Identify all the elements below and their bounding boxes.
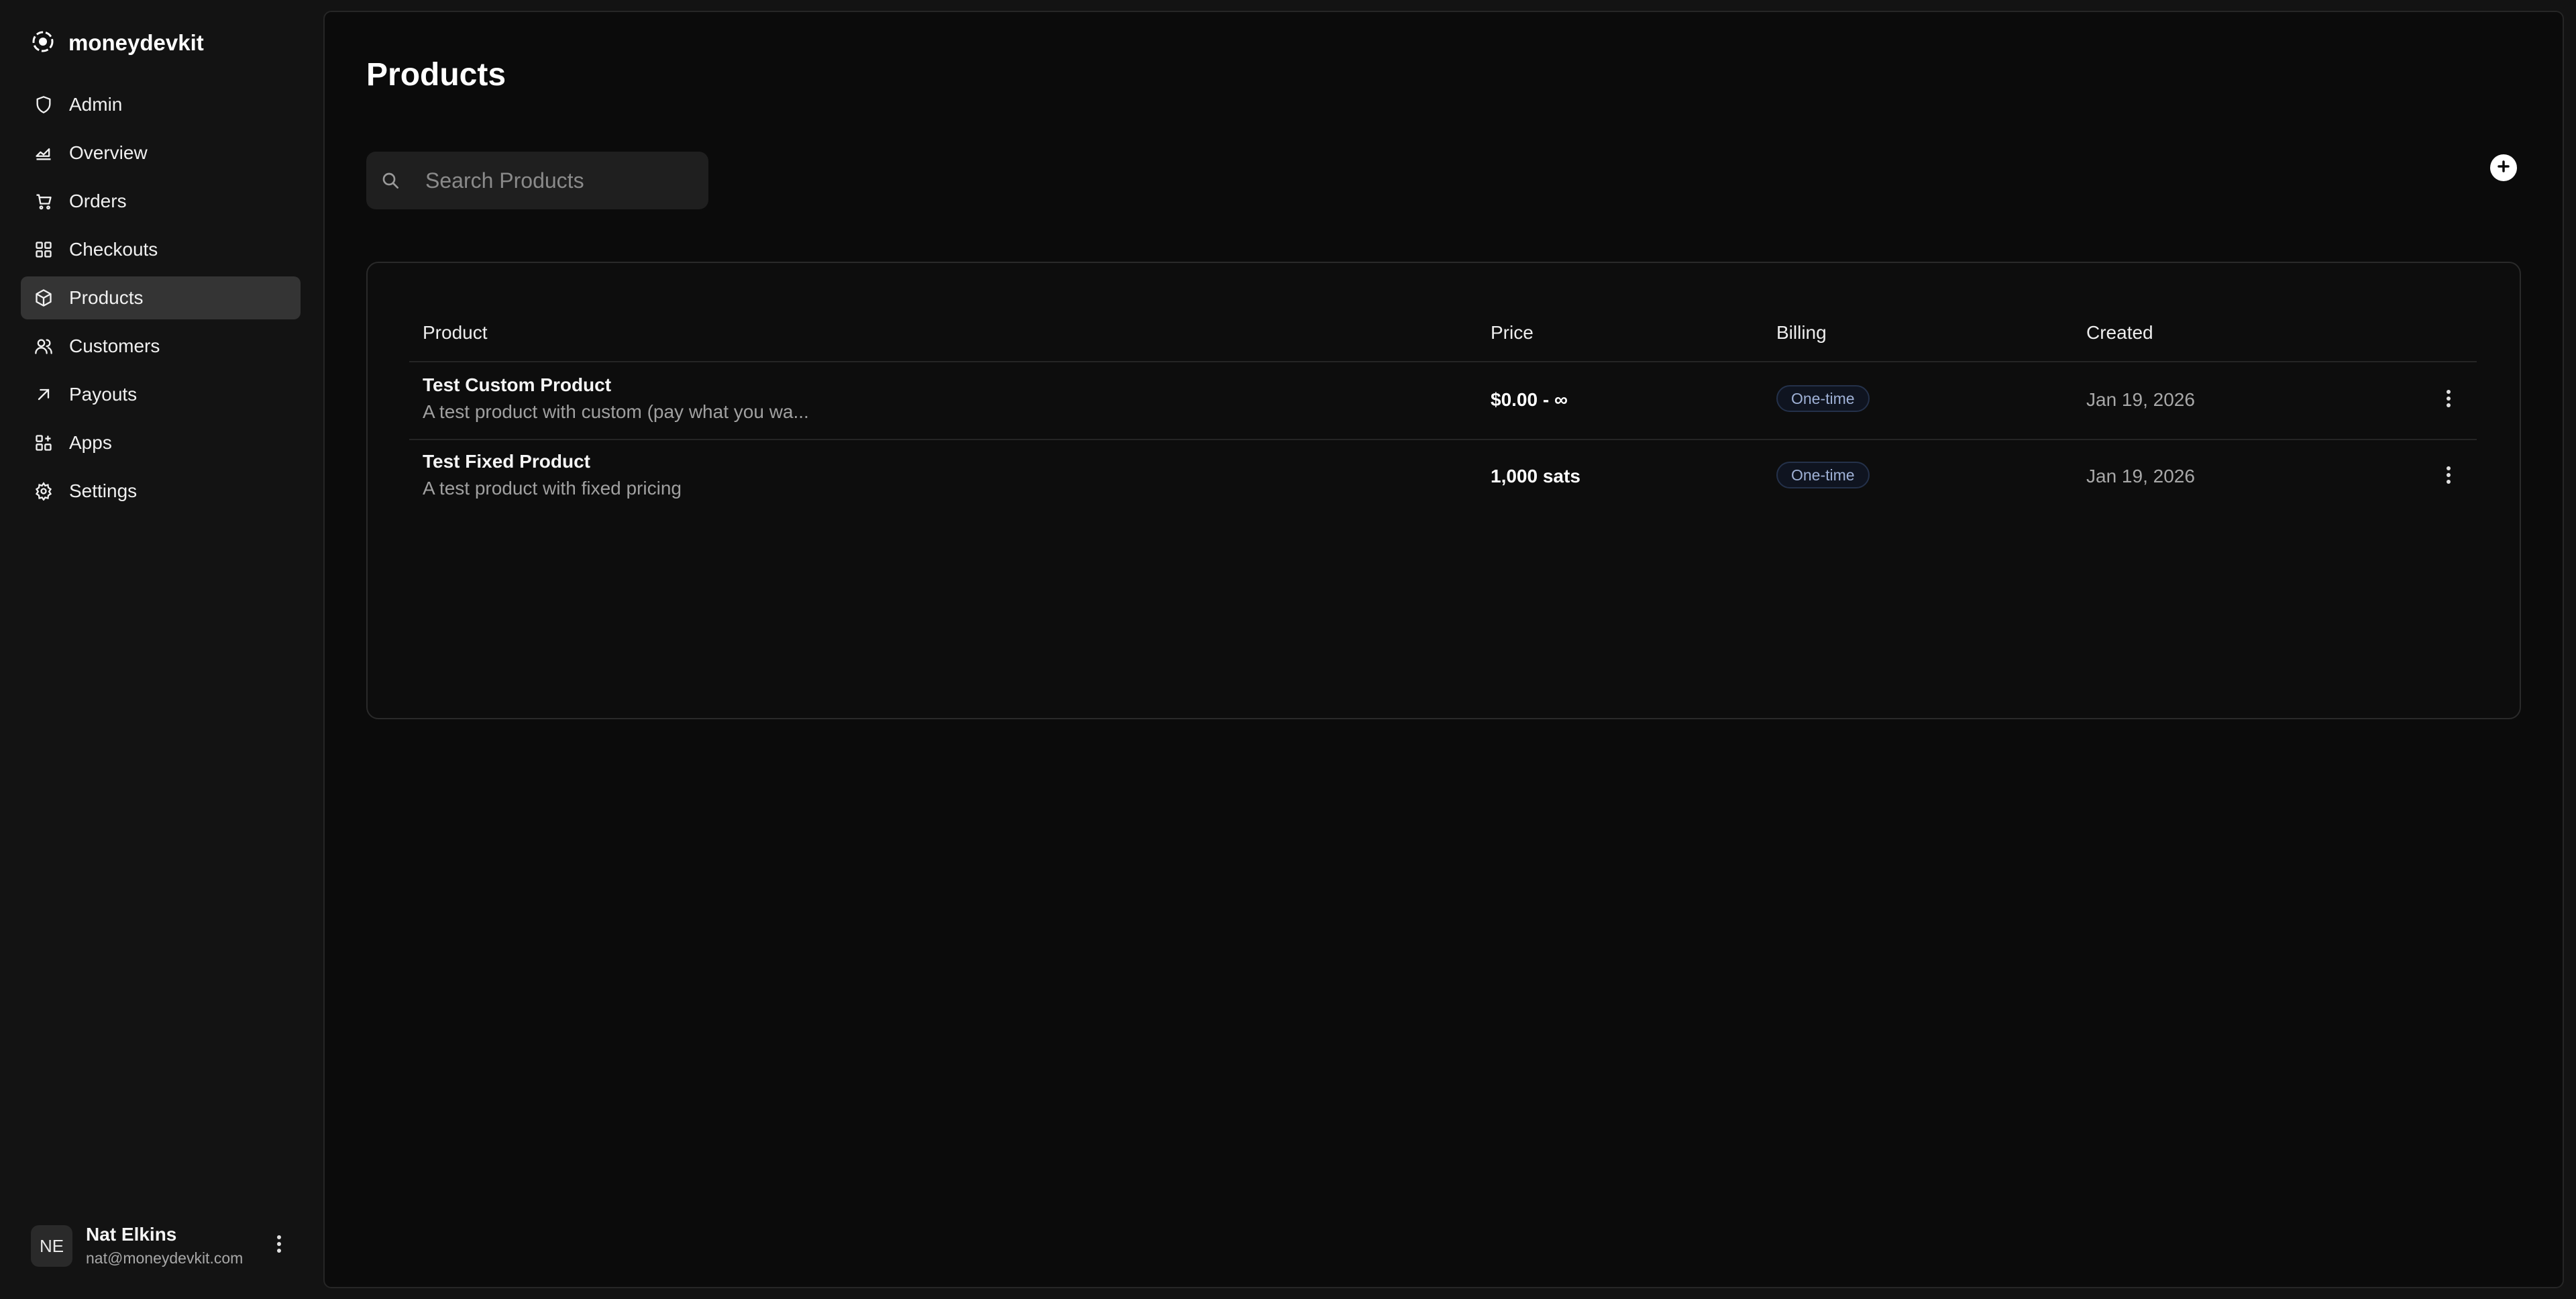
sidebar-item-label: Checkouts [69, 239, 158, 260]
column-header-price: Price [1491, 322, 1534, 343]
sidebar-item-customers[interactable]: Customers [21, 325, 301, 368]
more-vertical-icon [276, 1235, 282, 1257]
column-header-billing: Billing [1776, 322, 1827, 343]
cart-icon [33, 191, 54, 212]
table-row[interactable]: Test Fixed Product A test product with f… [409, 439, 2477, 515]
brand-name: moneydevkit [68, 30, 204, 55]
sidebar: moneydevkit Admin Overview Orders Checko… [0, 0, 323, 1299]
sidebar-item-settings[interactable]: Settings [21, 470, 301, 513]
avatar: NE [31, 1225, 72, 1267]
user-email: nat@moneydevkit.com [86, 1249, 244, 1267]
sidebar-item-apps[interactable]: Apps [21, 421, 301, 464]
product-description: A test product with custom (pay what you… [423, 401, 809, 422]
sidebar-item-label: Orders [69, 191, 127, 211]
created-date: Jan 19, 2026 [2086, 466, 2195, 486]
add-product-button[interactable] [2490, 154, 2517, 181]
sidebar-item-label: Admin [69, 94, 123, 115]
sidebar-item-checkouts[interactable]: Checkouts [21, 228, 301, 271]
product-price: 1,000 sats [1491, 466, 1580, 486]
table-row[interactable]: Test Custom Product A test product with … [409, 362, 2477, 440]
search-input[interactable] [425, 152, 694, 209]
more-vertical-icon [2446, 466, 2451, 488]
search-box [366, 152, 708, 209]
products-table-card: Product Price Billing Created Test Custo… [366, 262, 2521, 719]
arrow-up-right-icon [33, 384, 54, 405]
sidebar-item-label: Products [69, 287, 144, 308]
billing-badge: One-time [1776, 385, 1870, 412]
user-account: NE Nat Elkins nat@moneydevkit.com [31, 1218, 299, 1272]
billing-badge: One-time [1776, 462, 1870, 488]
sidebar-item-label: Customers [69, 335, 160, 356]
table-header: Product Price Billing Created [409, 322, 2477, 362]
box-icon [33, 287, 54, 309]
search-icon [380, 170, 401, 191]
plus-icon [2496, 159, 2511, 177]
sidebar-item-label: Settings [69, 480, 138, 501]
apps-icon [33, 432, 54, 454]
product-name: Test Fixed Product [423, 451, 590, 472]
sidebar-item-overview[interactable]: Overview [21, 132, 301, 174]
sidebar-item-label: Apps [69, 432, 112, 453]
page-title: Products [366, 57, 506, 93]
main-panel: Products Product Price Billing Created T… [323, 11, 2564, 1288]
gear-icon [33, 480, 54, 502]
row-actions-button[interactable] [2435, 386, 2462, 413]
product-name: Test Custom Product [423, 374, 612, 395]
more-vertical-icon [2446, 389, 2451, 411]
product-description: A test product with fixed pricing [423, 478, 682, 499]
users-icon [33, 335, 54, 357]
product-price: $0.00 - ∞ [1491, 389, 1568, 410]
user-menu-button[interactable] [267, 1232, 291, 1259]
sidebar-item-products[interactable]: Products [21, 276, 301, 319]
sidebar-nav: Admin Overview Orders Checkouts Products [21, 83, 301, 518]
grid-icon [33, 239, 54, 260]
sidebar-item-label: Payouts [69, 384, 138, 405]
column-header-created: Created [2086, 322, 2153, 343]
logo-icon [31, 30, 55, 57]
sidebar-item-payouts[interactable]: Payouts [21, 373, 301, 416]
column-header-product: Product [423, 322, 488, 343]
chart-area-icon [33, 142, 54, 164]
sidebar-item-admin[interactable]: Admin [21, 83, 301, 126]
sidebar-item-orders[interactable]: Orders [21, 180, 301, 223]
user-name: Nat Elkins [86, 1224, 177, 1245]
brand[interactable]: moneydevkit [31, 27, 204, 59]
created-date: Jan 19, 2026 [2086, 389, 2195, 410]
shield-icon [33, 94, 54, 115]
sidebar-item-label: Overview [69, 142, 148, 163]
row-actions-button[interactable] [2435, 463, 2462, 490]
